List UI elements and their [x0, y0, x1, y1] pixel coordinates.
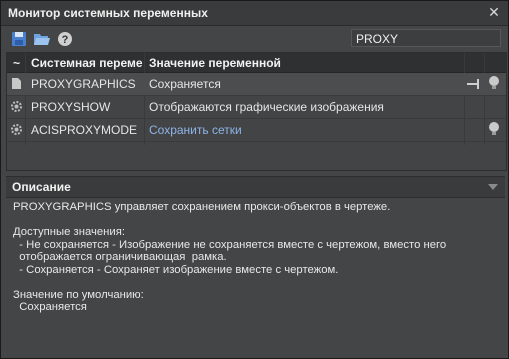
variable-value[interactable]: Отображаются графические изображения [149, 100, 384, 114]
sort-column-header[interactable]: ~ [13, 56, 20, 70]
open-folder-icon[interactable] [33, 31, 50, 47]
description-header[interactable]: Описание [6, 176, 505, 198]
lightbulb-icon[interactable] [488, 75, 500, 94]
system-variable-monitor-window: Монитор системных переменных ✕ ? PROXY ~… [0, 0, 509, 359]
pin-icon[interactable] [467, 78, 481, 93]
variable-value-column-header[interactable]: Значение переменной [149, 56, 281, 70]
variable-value-link[interactable]: Сохранить сетки [149, 123, 242, 137]
document-icon [12, 78, 21, 92]
gear-icon [11, 124, 22, 138]
variable-name: PROXYSHOW [31, 100, 111, 114]
close-icon[interactable]: ✕ [486, 4, 502, 20]
variable-name: PROXYGRAPHICS [31, 77, 136, 91]
table-header: ~ Системная переменная Значение переменн… [7, 53, 506, 73]
description-text: PROXYGRAPHICS управляет сохранением прок… [13, 201, 447, 313]
collapse-arrow-icon[interactable] [488, 184, 498, 190]
table-row[interactable]: ACISPROXYMODE Сохранить сетки [7, 119, 506, 142]
variable-name: ACISPROXYMODE [31, 123, 138, 137]
lightbulb-icon[interactable] [488, 121, 500, 140]
table-row[interactable]: PROXYSHOW Отображаются графические изобр… [7, 96, 506, 119]
variable-name-column-header[interactable]: Системная переменная [31, 56, 143, 70]
title-bar[interactable]: Монитор системных переменных ✕ [1, 1, 508, 26]
search-input[interactable]: PROXY [351, 29, 501, 47]
variable-value[interactable]: Сохраняется [149, 77, 221, 91]
toolbar: ? PROXY [1, 26, 508, 52]
table-row[interactable]: PROXYGRAPHICS Сохраняется [7, 73, 506, 96]
variables-table: ~ Системная переменная Значение переменн… [6, 52, 507, 171]
gear-icon [11, 101, 22, 115]
help-icon[interactable]: ? [57, 31, 73, 47]
description-title: Описание [12, 180, 71, 194]
svg-text:?: ? [62, 34, 69, 46]
window-title: Монитор системных переменных [8, 6, 208, 20]
save-icon[interactable] [11, 31, 27, 47]
